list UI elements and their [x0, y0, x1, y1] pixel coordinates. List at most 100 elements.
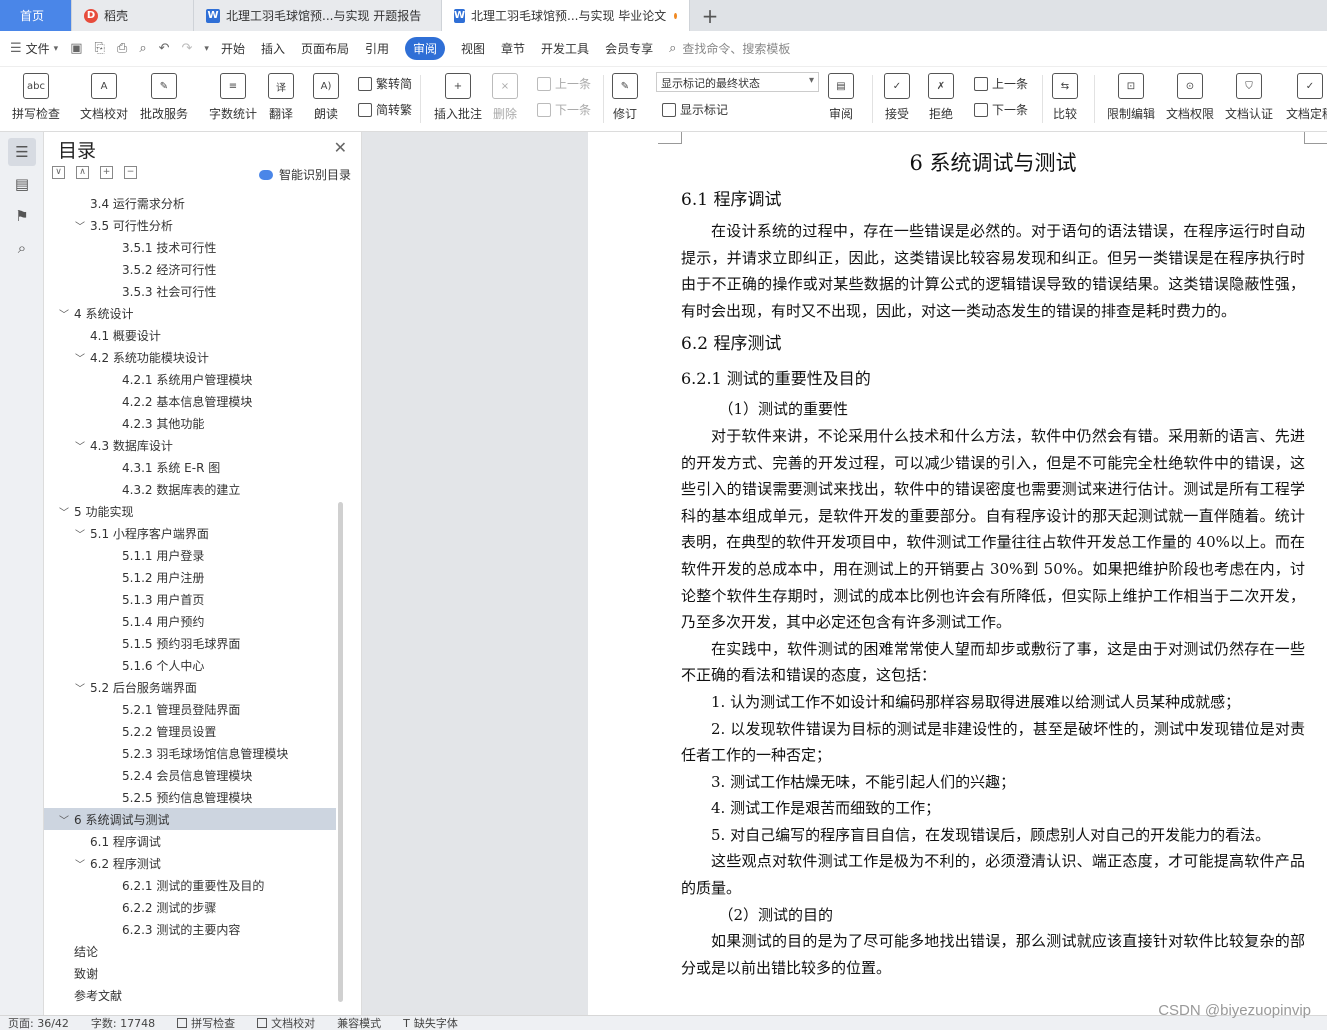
prev-comment-button[interactable]: 上一条	[537, 75, 591, 92]
doc-auth-button[interactable]: ⛉ 文档认证	[1225, 69, 1273, 122]
tab-thesis-doc[interactable]: W 北理工羽毛球馆预...与实现 毕业论文	[442, 0, 690, 31]
review-pane-button[interactable]: ▤ 审阅	[828, 69, 854, 122]
save-icon[interactable]: ▣	[70, 41, 82, 56]
reject-button[interactable]: ✗ 拒绝	[928, 69, 954, 122]
toc-item[interactable]: 4.3.1 系统 E-R 图	[44, 456, 336, 478]
close-icon[interactable]: ✕	[334, 138, 347, 157]
chevron-down-icon[interactable]: ﹀	[74, 218, 86, 233]
toc-item[interactable]: ﹀ 4.3 数据库设计	[44, 434, 336, 456]
menu-review[interactable]: 审阅	[405, 37, 446, 60]
search-icon[interactable]: ⌕	[8, 234, 36, 262]
toc-item[interactable]: ﹀ 3.5 可行性分析	[44, 214, 336, 236]
restrict-editing-button[interactable]: ⊡ 限制编辑	[1107, 69, 1155, 122]
chevron-down-icon[interactable]: ﹀	[58, 306, 70, 321]
page-indicator[interactable]: 页面: 36/42	[8, 1016, 69, 1030]
toc-item[interactable]: 4.1 概要设计	[44, 324, 336, 346]
toc-item[interactable]: 6.1 程序调试	[44, 830, 336, 852]
menu-references[interactable]: 引用	[365, 40, 389, 57]
missing-font-button[interactable]: T 缺失字体	[403, 1016, 458, 1030]
toc-item[interactable]: 5.2.5 预约信息管理模块	[44, 786, 336, 808]
doc-proof-button[interactable]: A 文档校对	[80, 69, 128, 122]
chevron-down-icon[interactable]: ﹀	[58, 812, 70, 827]
bookmark-icon[interactable]: ⚑	[8, 202, 36, 230]
menu-membership[interactable]: 会员专享	[605, 40, 653, 57]
smart-toc-button[interactable]: 智能识别目录	[258, 166, 351, 183]
toc-item[interactable]: ﹀ 6 系统调试与测试	[44, 808, 336, 830]
menu-developer[interactable]: 开发工具	[541, 40, 589, 57]
toc-item[interactable]: ﹀ 4.2 系统功能模块设计	[44, 346, 336, 368]
markup-state-select[interactable]: 显示标记的最终状态	[656, 72, 819, 92]
compare-button[interactable]: ⇆ 比较	[1052, 69, 1078, 122]
spell-check-button[interactable]: abc 拼写检查	[12, 69, 60, 122]
chapter-nav-icon[interactable]: ▤	[8, 170, 36, 198]
undo-icon[interactable]: ↶	[159, 41, 170, 56]
to-simplified-button[interactable]: 简转繁	[358, 101, 412, 118]
tab-home[interactable]: 首页	[0, 0, 72, 31]
document-page[interactable]: 6 系统调试与测试 6.1 程序调试 在设计系统的过程中，存在一些错误是必然的。…	[588, 132, 1327, 1015]
toc-item[interactable]: 参考文献	[44, 984, 336, 1006]
toc-item[interactable]: 6.2.2 测试的步骤	[44, 896, 336, 918]
toc-item[interactable]: ﹀ 5 功能实现	[44, 500, 336, 522]
spell-check-toggle[interactable]: 拼写检查	[177, 1016, 235, 1030]
toc-scrollbar[interactable]	[338, 502, 343, 1002]
toc-item[interactable]: 4.2.2 基本信息管理模块	[44, 390, 336, 412]
menu-chapter[interactable]: 章节	[501, 40, 525, 57]
toc-item[interactable]: 5.1.2 用户注册	[44, 566, 336, 588]
toc-item[interactable]: ﹀ 6.2 程序测试	[44, 852, 336, 874]
insert-comment-button[interactable]: + 插入批注	[434, 69, 482, 122]
chevron-down-icon[interactable]: ﹀	[58, 504, 70, 519]
toc-item[interactable]: 5.2.3 羽毛球场馆信息管理模块	[44, 742, 336, 764]
toc-item[interactable]: 5.1.1 用户登录	[44, 544, 336, 566]
remove-heading-icon[interactable]: −	[124, 166, 137, 179]
hamburger-menu-icon[interactable]: ☰	[10, 41, 22, 56]
tab-docer[interactable]: D 稻壳	[72, 0, 194, 31]
dropdown-chevron-icon[interactable]: ▾	[54, 44, 59, 54]
print-icon[interactable]: ⎙	[117, 41, 127, 56]
word-count-indicator[interactable]: 字数: 17748	[91, 1016, 155, 1030]
chevron-down-icon[interactable]: ﹀	[74, 438, 86, 453]
track-changes-button[interactable]: ✎ 修订	[612, 69, 638, 122]
add-heading-icon[interactable]: +	[100, 166, 113, 179]
toc-item[interactable]: 3.5.2 经济可行性	[44, 258, 336, 280]
delete-comment-button[interactable]: × 删除	[492, 69, 518, 122]
to-traditional-button[interactable]: 繁转简	[358, 75, 412, 92]
toc-item[interactable]: 致谢	[44, 962, 336, 984]
command-search-input[interactable]: 查找命令、搜索模板	[682, 40, 790, 57]
prev-change-button[interactable]: 上一条	[974, 75, 1028, 92]
read-aloud-button[interactable]: A) 朗读	[313, 69, 339, 122]
doc-finalize-button[interactable]: ✓ 文档定稿	[1286, 69, 1327, 122]
chevron-down-icon[interactable]: ﹀	[74, 350, 86, 365]
batch-service-button[interactable]: ✎ 批改服务	[140, 69, 188, 122]
toc-item[interactable]: ﹀ 5.2 后台服务端界面	[44, 676, 336, 698]
toc-item[interactable]: 4.2.1 系统用户管理模块	[44, 368, 336, 390]
chevron-down-icon[interactable]: ﹀	[74, 680, 86, 695]
toc-item[interactable]: ﹀ 5.1 小程序客户端界面	[44, 522, 336, 544]
toc-item[interactable]: 6.2.3 测试的主要内容	[44, 918, 336, 940]
toc-item[interactable]: 5.1.5 预约羽毛球界面	[44, 632, 336, 654]
menu-file[interactable]: 文件	[26, 40, 50, 57]
toc-item[interactable]: 5.1.6 个人中心	[44, 654, 336, 676]
menu-start[interactable]: 开始	[221, 40, 245, 57]
menu-layout[interactable]: 页面布局	[301, 40, 349, 57]
toc-item[interactable]: 5.2.2 管理员设置	[44, 720, 336, 742]
print-preview-icon[interactable]: ⌕	[139, 41, 146, 56]
toc-item[interactable]: 结论	[44, 940, 336, 962]
next-change-button[interactable]: 下一条	[974, 101, 1028, 118]
new-tab-button[interactable]: +	[690, 0, 730, 31]
translate-button[interactable]: 译翻译	[268, 69, 294, 122]
word-count-button[interactable]: ≡ 字数统计	[209, 69, 257, 122]
toc-item[interactable]: 3.5.1 技术可行性	[44, 236, 336, 258]
menu-view[interactable]: 视图	[461, 40, 485, 57]
toc-item[interactable]: ﹀ 4 系统设计	[44, 302, 336, 324]
toc-item[interactable]: 5.2.4 会员信息管理模块	[44, 764, 336, 786]
tab-proposal-doc[interactable]: W 北理工羽毛球馆预...与实现 开题报告	[194, 0, 442, 31]
expand-all-icon[interactable]: ∨	[52, 166, 65, 179]
redo-icon[interactable]: ↷	[182, 41, 193, 56]
toc-item[interactable]: 3.5.3 社会可行性	[44, 280, 336, 302]
chevron-down-icon[interactable]: ﹀	[74, 526, 86, 541]
toc-item[interactable]: 4.2.3 其他功能	[44, 412, 336, 434]
chevron-down-icon[interactable]: ﹀	[74, 856, 86, 871]
accept-button[interactable]: ✓ 接受	[884, 69, 910, 122]
doc-proof-toggle[interactable]: 文档校对	[257, 1016, 315, 1030]
doc-permission-button[interactable]: ⊙ 文档权限	[1166, 69, 1214, 122]
